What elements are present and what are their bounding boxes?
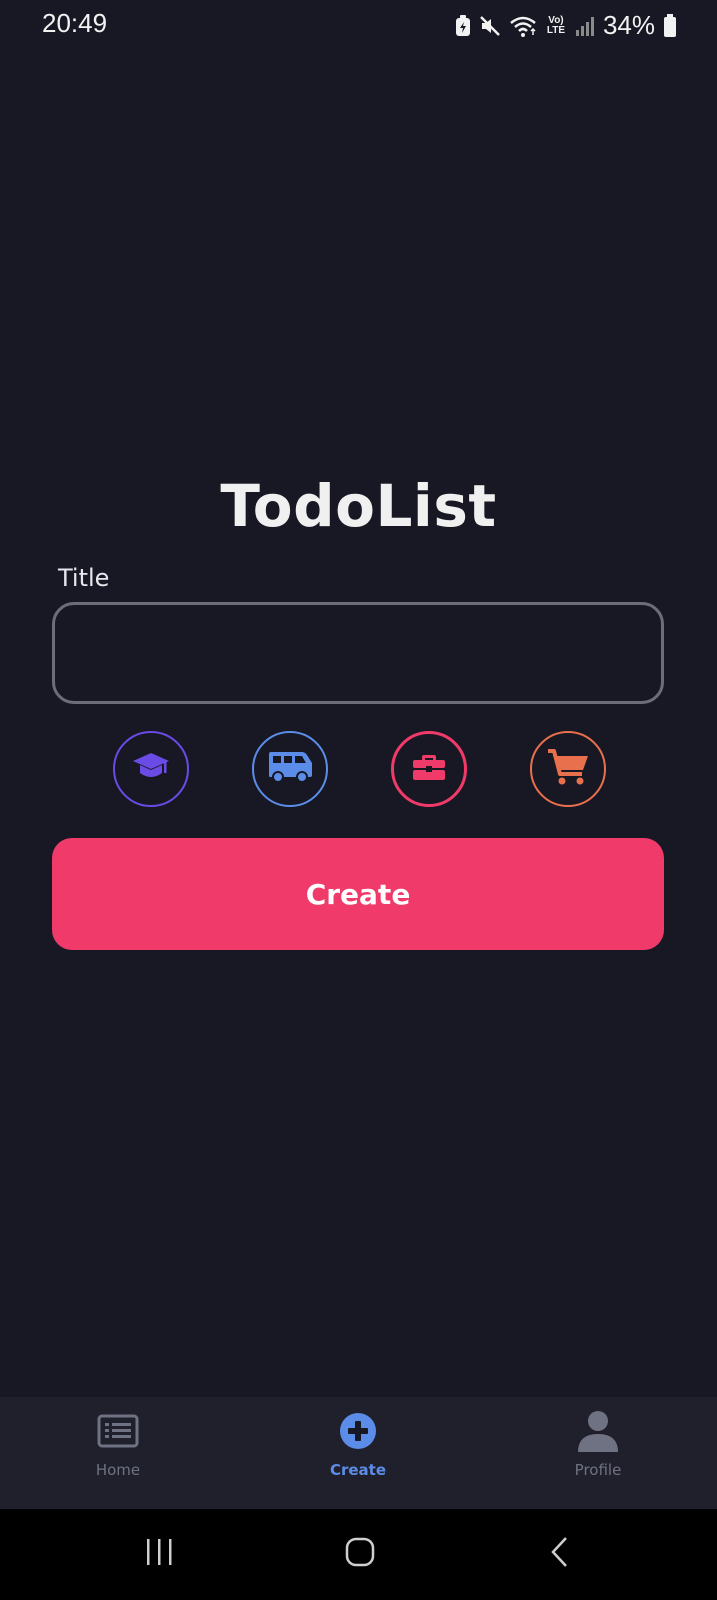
- system-navigation-bar: [0, 1509, 717, 1600]
- category-selector: [0, 731, 717, 807]
- back-chevron-icon: [549, 1536, 571, 1572]
- recent-apps-icon: [144, 1538, 174, 1570]
- battery-icon: [663, 13, 677, 38]
- category-work[interactable]: [391, 731, 467, 807]
- nav-home[interactable]: Home: [28, 1397, 208, 1509]
- nav-profile-label: Profile: [574, 1461, 622, 1479]
- signal-icon: [575, 15, 595, 37]
- person-icon: [577, 1409, 619, 1453]
- battery-saver-icon: [455, 14, 471, 37]
- battery-percentage: 34%: [602, 10, 655, 40]
- category-shopping[interactable]: [530, 731, 606, 807]
- status-icons: Vo) LTE 34%: [455, 10, 677, 41]
- graduation-cap-icon: [131, 751, 171, 787]
- bottom-navigation: Home Create Profile: [0, 1397, 717, 1509]
- wifi-icon: [509, 15, 537, 37]
- back-button[interactable]: [530, 1529, 590, 1579]
- nav-home-label: Home: [95, 1461, 141, 1479]
- create-todo-screen: 20:49 Vo) LTE 34% TodoList Title Create …: [0, 0, 717, 1600]
- nav-profile[interactable]: Profile: [508, 1397, 688, 1509]
- mute-icon: [479, 15, 501, 37]
- nav-create-label: Create: [329, 1461, 387, 1479]
- add-circle-icon: [339, 1409, 377, 1453]
- van-icon: [266, 750, 314, 788]
- recent-apps-button[interactable]: [129, 1529, 189, 1579]
- create-button[interactable]: Create: [52, 838, 664, 950]
- category-education[interactable]: [113, 731, 189, 807]
- briefcase-icon: [412, 753, 446, 785]
- home-circle-icon: [344, 1536, 376, 1572]
- category-travel[interactable]: [252, 731, 328, 807]
- nav-create[interactable]: Create: [268, 1397, 448, 1509]
- status-time: 20:49: [42, 8, 108, 38]
- network-type-label: Vo) LTE: [546, 14, 566, 36]
- home-button[interactable]: [330, 1529, 390, 1579]
- cart-icon: [546, 748, 590, 790]
- title-input[interactable]: [52, 602, 664, 704]
- title-label: Title: [58, 564, 110, 592]
- list-icon: [97, 1409, 139, 1453]
- status-bar: 20:49 Vo) LTE 34%: [0, 0, 717, 50]
- app-title: TodoList: [220, 472, 497, 540]
